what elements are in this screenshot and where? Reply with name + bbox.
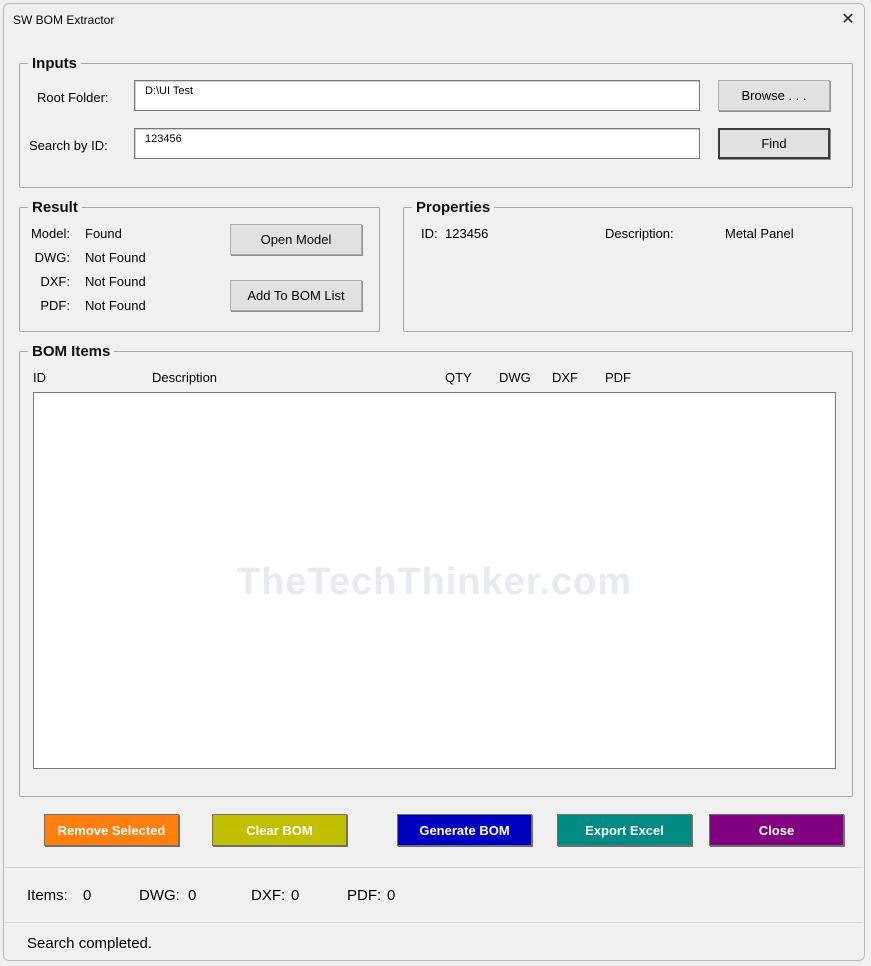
search-id-label: Search by ID: xyxy=(29,138,108,153)
property-id-label: ID: xyxy=(421,226,438,241)
column-header-qty: QTY xyxy=(445,370,472,385)
clear-bom-button[interactable]: Clear BOM xyxy=(212,814,347,846)
title-bar: SW BOM Extractor ✕ xyxy=(4,4,864,38)
close-icon[interactable]: ✕ xyxy=(838,10,858,30)
watermark: TheTechThinker.com xyxy=(236,561,633,603)
result-legend: Result xyxy=(32,199,78,216)
column-header-pdf: PDF xyxy=(605,370,631,385)
dwg-count-label: DWG: xyxy=(139,887,180,904)
export-excel-button[interactable]: Export Excel xyxy=(557,814,692,846)
column-header-id: ID xyxy=(33,370,46,385)
window-title: SW BOM Extractor xyxy=(13,13,115,27)
divider xyxy=(5,867,863,868)
pdf-value: Not Found xyxy=(85,298,146,313)
close-button[interactable]: Close xyxy=(709,814,844,846)
dxf-count-value: 0 xyxy=(291,887,300,904)
property-id-value: 123456 xyxy=(445,226,489,241)
root-folder-input[interactable]: D:\UI Test xyxy=(134,80,700,111)
property-description-label: Description: xyxy=(605,226,674,241)
column-header-description: Description xyxy=(152,370,218,385)
dxf-count-label: DXF: xyxy=(251,887,286,904)
items-count-value: 0 xyxy=(83,887,92,904)
property-description-value: Metal Panel xyxy=(725,226,794,241)
status-text: Search completed. xyxy=(27,935,153,952)
find-button[interactable]: Find xyxy=(718,128,830,159)
divider xyxy=(5,922,863,923)
main-window: SW BOM Extractor ✕ Inputs Root Folder: D… xyxy=(3,3,865,961)
inputs-group: Inputs xyxy=(19,55,853,188)
root-folder-label: Root Folder: xyxy=(37,90,109,105)
dwg-value: Not Found xyxy=(85,250,146,265)
browse-button[interactable]: Browse . . . xyxy=(718,80,830,111)
open-model-button[interactable]: Open Model xyxy=(230,224,362,255)
column-header-dxf: DXF xyxy=(552,370,578,385)
dxf-value: Not Found xyxy=(85,274,146,289)
result-group: Result xyxy=(19,199,380,332)
column-header-dwg: DWG xyxy=(499,370,531,385)
pdf-count-label: PDF: xyxy=(347,887,382,904)
model-value: Found xyxy=(85,226,122,241)
inputs-legend: Inputs xyxy=(32,55,77,72)
add-to-bom-button[interactable]: Add To BOM List xyxy=(230,280,362,311)
pdf-count-value: 0 xyxy=(387,887,396,904)
dwg-label: DWG: xyxy=(34,250,70,265)
pdf-label: PDF: xyxy=(40,298,70,313)
bom-items-legend: BOM Items xyxy=(32,343,111,360)
model-label: Model: xyxy=(30,226,70,241)
dwg-count-value: 0 xyxy=(188,887,197,904)
bom-items-list[interactable]: TheTechThinker.com xyxy=(33,392,836,769)
search-id-input[interactable]: 123456 xyxy=(134,128,700,159)
dxf-label: DXF: xyxy=(40,274,70,289)
properties-group: Properties xyxy=(403,199,853,332)
generate-bom-button[interactable]: Generate BOM xyxy=(397,814,532,846)
items-count-label: Items: xyxy=(27,887,68,904)
remove-selected-button[interactable]: Remove Selected xyxy=(44,814,179,846)
properties-legend: Properties xyxy=(416,199,491,216)
